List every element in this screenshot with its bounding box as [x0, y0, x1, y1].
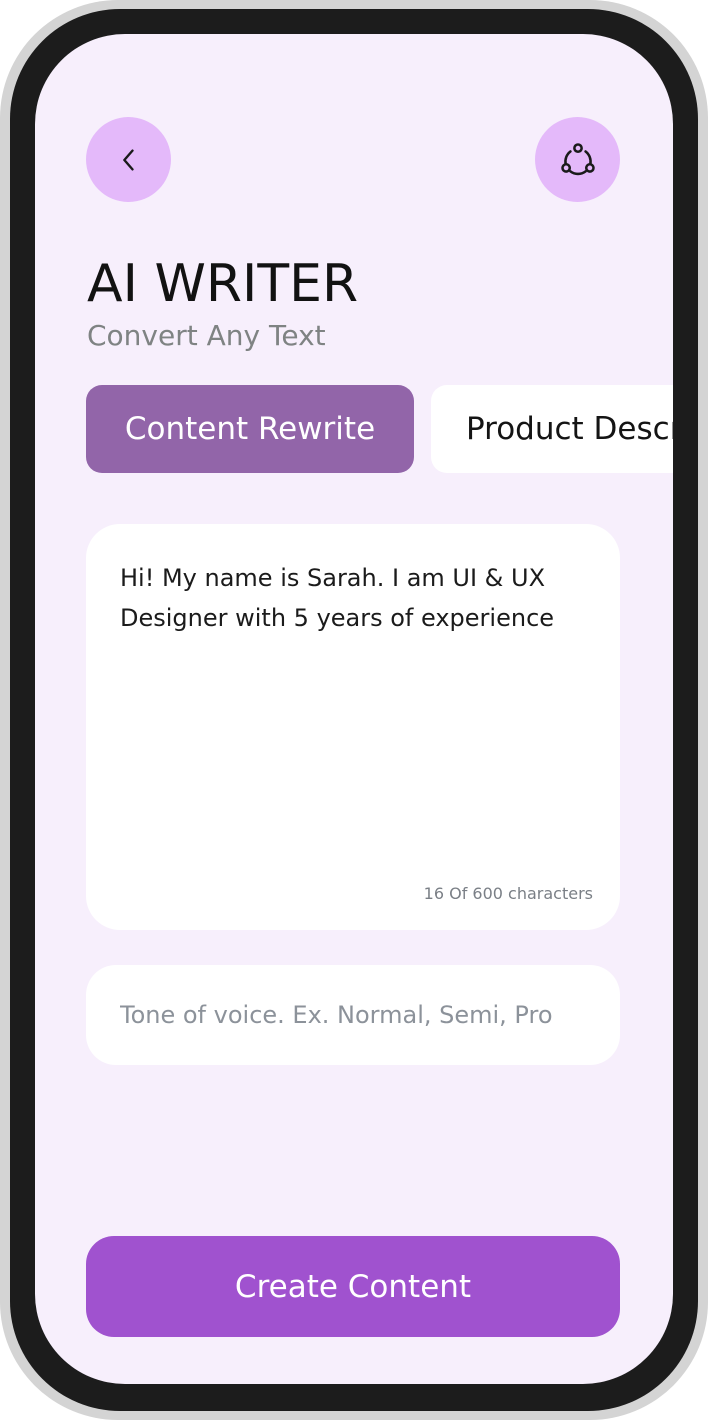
page-title: AI WRITER: [87, 254, 359, 314]
tone-input[interactable]: [120, 965, 600, 1065]
app-screen: AI WRITER Convert Any Text Content Rewri…: [35, 34, 673, 1384]
back-button[interactable]: [86, 117, 171, 202]
tab-content-rewrite[interactable]: Content Rewrite: [86, 385, 414, 473]
content-textarea[interactable]: Hi! My name is Sarah. I am UI & UX Desig…: [86, 524, 620, 930]
share-button[interactable]: [535, 117, 620, 202]
tab-label: Product Description: [466, 411, 673, 447]
character-counter: 16 Of 600 characters: [423, 884, 593, 903]
tab-label: Content Rewrite: [124, 411, 376, 447]
chevron-left-icon: [122, 149, 134, 170]
page-subtitle: Convert Any Text: [87, 319, 326, 352]
tone-field[interactable]: [86, 965, 620, 1065]
share-nodes-icon: [560, 142, 595, 175]
tab-product-description[interactable]: Product Description: [431, 385, 673, 473]
tab-bar: Content Rewrite Product Description: [35, 385, 673, 473]
content-text[interactable]: Hi! My name is Sarah. I am UI & UX Desig…: [120, 558, 590, 638]
create-content-button[interactable]: Create Content: [86, 1236, 620, 1337]
